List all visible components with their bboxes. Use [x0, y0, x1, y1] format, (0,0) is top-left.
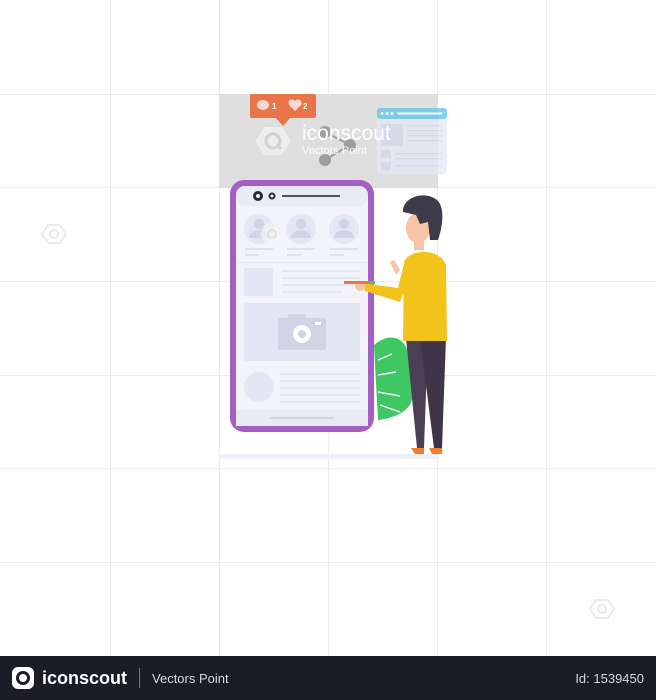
watermark-logo: [588, 599, 616, 619]
watermark-author: Vectors Point: [302, 145, 367, 157]
comment-count: 1: [272, 102, 277, 111]
footer-divider: [139, 668, 141, 688]
post-thumbnail: [244, 268, 273, 296]
comment-icon: [257, 100, 269, 110]
asset-id: Id: 1539450: [575, 670, 644, 686]
story-avatars: [244, 214, 359, 244]
watermark-logo: [255, 127, 291, 155]
like-count: 2: [303, 102, 308, 111]
illustration: 1 2: [40, 94, 616, 619]
footer-brand[interactable]: iconscout: [42, 668, 127, 689]
watermark-brand: iconscout: [302, 122, 391, 145]
pencil: [344, 281, 374, 284]
footer-bar: iconscout Vectors Point Id: 1539450: [0, 656, 656, 700]
plant-leaf: [374, 337, 413, 420]
iconscout-logo-icon: [12, 667, 34, 689]
phone-mockup: [230, 180, 374, 432]
watermark-logo: [40, 224, 68, 244]
footer-author[interactable]: Vectors Point: [152, 671, 229, 686]
post-avatar: [244, 372, 274, 402]
ground-line: [219, 454, 439, 459]
camera-icon: [278, 314, 326, 350]
